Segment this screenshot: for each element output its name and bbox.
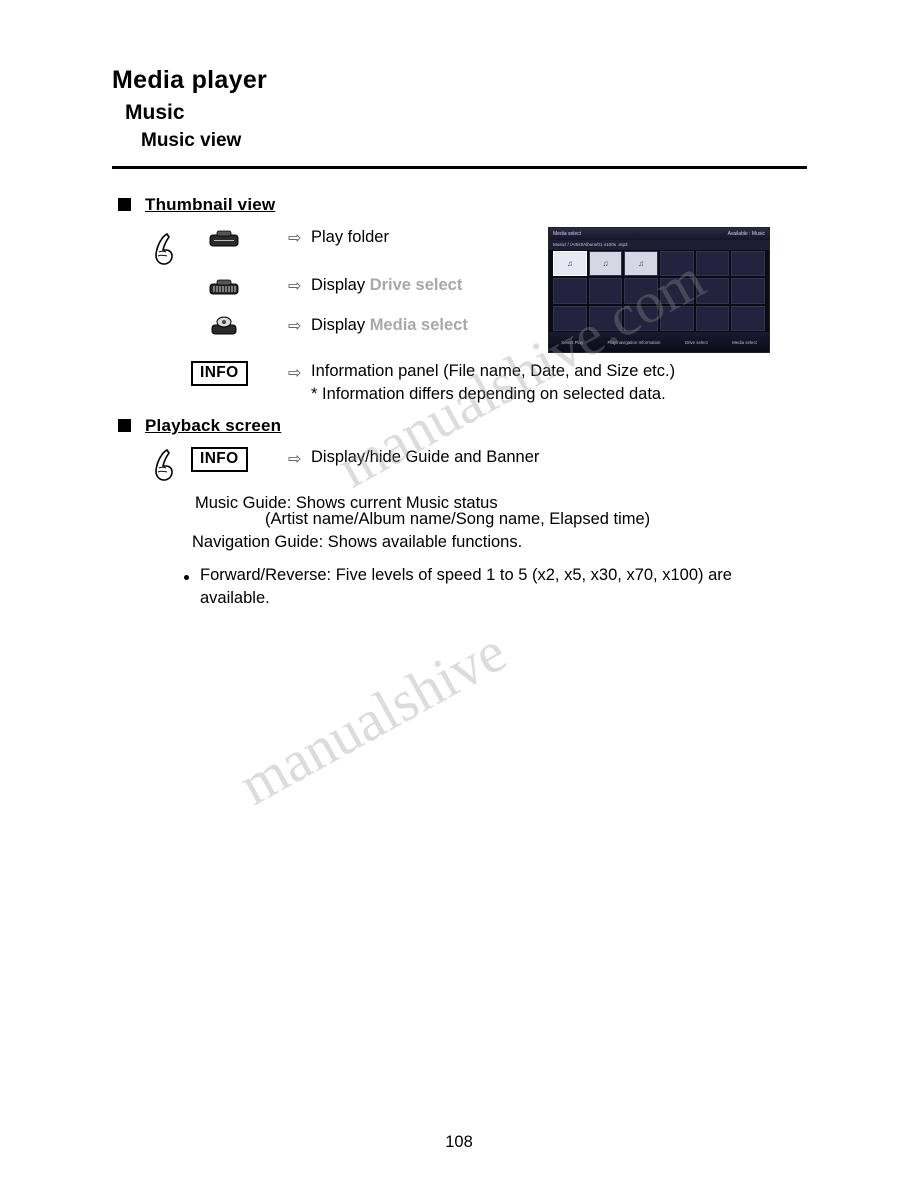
watermark-line-2: manualshive [228, 618, 517, 818]
section-heading-thumbnail-view: Thumbnail view [145, 195, 276, 214]
screen-path-bar: Music/ / /Artist/Album/01 x100x .mp3 [549, 240, 769, 250]
row-label-play-folder: Play folder [311, 228, 389, 246]
screen-guide-item: Play/navigation Information [607, 339, 661, 345]
info-row-text-playback: Display/hide Guide and Banner [311, 448, 540, 466]
screen-guide-item: Select Play [561, 339, 584, 345]
screen-grid-cell: ♫ [553, 251, 587, 277]
screen-grid-cell [731, 305, 765, 331]
screen-top-bar: Media select Available : Music [549, 228, 769, 240]
screen-grid-cell [695, 305, 730, 331]
row-label-drive-select: Drive select [369, 276, 463, 294]
header-divider [112, 166, 807, 169]
screen-grid-cell [731, 278, 765, 304]
info-button-thumbnail[interactable]: INFO [191, 361, 248, 386]
pointing-hand-icon [155, 232, 173, 265]
screen-grid-cell [553, 305, 587, 331]
info-row-arrow-thumbnail: ⇨ [288, 365, 302, 382]
screen-grid-cell: ♫ [588, 251, 623, 277]
screen-guide-item: Drive select [684, 339, 708, 345]
page-title: Media player [112, 66, 268, 94]
screen-top-right-label: Available : Music [727, 231, 765, 237]
screen-grid-cell [553, 278, 587, 304]
screen-grid-cell [624, 278, 658, 304]
pointing-hand-icon-playback [155, 448, 173, 481]
screen-top-left-label: Media select [553, 231, 582, 237]
row-label-display-drive-select: Display Drive select [311, 276, 462, 295]
screen-grid-cell [660, 305, 694, 331]
info-button-playback[interactable]: INFO [191, 447, 248, 472]
section-heading-playback-screen: Playback screen [145, 416, 282, 435]
screen-grid-cell [660, 251, 694, 277]
bullet-text-line-1: Forward/Reverse: Five levels of speed 1 … [200, 566, 732, 584]
row-arrow-2: ⇨ [288, 318, 302, 335]
row-label-media-select: Media select [369, 316, 468, 334]
option-key-icon[interactable] [208, 316, 240, 336]
music-guide-detail-line: (Artist name/Album name/Song name, Elaps… [265, 510, 651, 528]
screen-grid-cell [624, 305, 658, 331]
row-label-display-media-select: Display Media select [311, 316, 468, 335]
channel-key-icon[interactable] [208, 278, 240, 296]
screen-grid-cell [731, 251, 765, 277]
screen-grid-cell [695, 278, 730, 304]
info-row-text-thumbnail: Information panel (File name, Date, and … [311, 362, 676, 380]
section-title-music: Music [125, 101, 185, 124]
section-bullet-playback [118, 419, 131, 432]
bullet-dot [184, 575, 189, 580]
screen-grid-cell [588, 305, 623, 331]
section-title-music-view: Music view [141, 130, 242, 151]
bullet-text-line-2: available. [200, 589, 270, 607]
row-arrow-0: ⇨ [288, 230, 302, 247]
screen-thumbnail-grid: ♫ ♫ ♫ [553, 251, 765, 331]
screen-grid-cell [588, 278, 623, 304]
screen-grid-cell: ♫ [624, 251, 658, 277]
section-bullet-thumbnail [118, 198, 131, 211]
screen-grid-cell [660, 278, 694, 304]
screen-navigation-guide: Select Play Play/navigation Information … [549, 332, 769, 352]
info-row-note-thumbnail: * Information differs depending on selec… [311, 385, 666, 403]
row-label-display-1: Display [311, 276, 370, 294]
navigation-guide-line: Navigation Guide: Shows available functi… [192, 533, 523, 551]
page-number: 108 [445, 1133, 473, 1151]
return-key-icon[interactable] [208, 230, 240, 248]
screen-grid-cell [695, 251, 730, 277]
row-arrow-1: ⇨ [288, 278, 302, 295]
screen-guide-item: Media select [732, 339, 757, 345]
media-player-screen-thumbnail: Media select Available : Music Music/ / … [548, 227, 770, 353]
row-label-display-2: Display [311, 316, 370, 334]
info-row-arrow-playback: ⇨ [288, 451, 302, 468]
